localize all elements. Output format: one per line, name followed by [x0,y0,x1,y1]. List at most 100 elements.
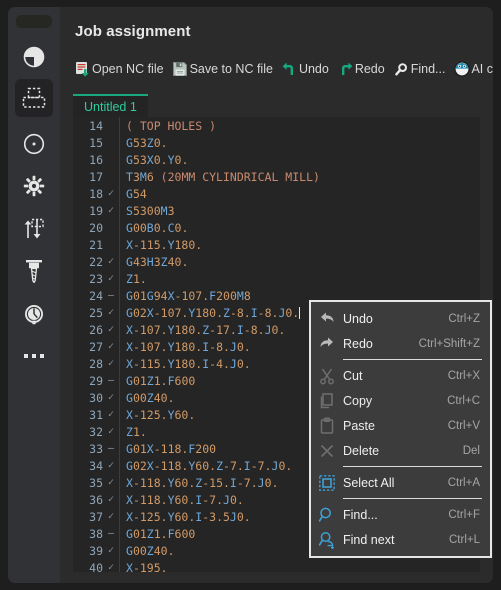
find-label: Find... [410,62,446,76]
tab-label: Untitled 1 [84,99,137,114]
gutter-divider [119,185,120,202]
line-number: 39 [89,543,103,558]
gutter-divider [119,406,120,423]
line-number: 19 [89,203,103,218]
sidebar-logo-pill [16,15,52,28]
sidebar-item-setup[interactable] [15,38,53,76]
line-number: 24 [89,288,103,303]
menu-item-find[interactable]: Find... Ctrl+F [311,502,490,527]
menu-item-redo[interactable]: Redo Ctrl+Shift+Z [311,331,490,356]
code-text: G54 [126,186,147,201]
compass-icon [23,133,45,155]
menu-item-shortcut: Ctrl+Shift+Z [418,337,480,350]
line-number: 35 [89,475,103,490]
gutter-divider [119,253,120,270]
line-number: 22 [89,254,103,269]
code-text: X-115.Y180.I-4.J0. [126,356,251,371]
undo-button[interactable]: Undo [280,58,336,80]
menu-separator [343,498,482,499]
line-check-icon: ✓ [107,256,115,267]
menu-item-delete[interactable]: Delete Del [311,438,490,463]
line-number: 31 [89,407,103,422]
code-text: X-107.Y180.I-8.J0. [126,339,251,354]
code-line[interactable]: 23 ✓ Z1. [73,270,480,287]
gutter-divider [119,236,120,253]
editor-toolbar: Open NC file Save to NC file Undo Redo F… [73,58,493,80]
gutter-divider [119,423,120,440]
ai-chat-label: AI chat [471,62,493,76]
find-button[interactable]: Find... [392,58,453,80]
gutter-divider [119,559,120,572]
line-number: 21 [89,237,103,252]
stock-selection-icon [22,87,46,109]
code-line[interactable]: 22 ✓ G43H3Z40. [73,253,480,270]
gutter-divider [119,304,120,321]
code-line[interactable]: 19 ✓ S5300M3 [73,202,480,219]
tab-untitled-1[interactable]: Untitled 1 [73,94,148,117]
clipboard-icon [311,413,343,438]
sidebar-item-settings[interactable] [15,167,53,205]
gutter-divider [119,117,120,134]
line-number: 27 [89,339,103,354]
line-number: 40 [89,560,103,573]
save-nc-file-button[interactable]: Save to NC file [171,58,280,80]
menu-item-select-all[interactable]: Select All Ctrl+A [311,470,490,495]
code-line[interactable]: 20 G00B0.C0. [73,219,480,236]
context-menu[interactable]: Undo Ctrl+Z Redo Ctrl+Shift+Z Cut Ctrl+X Copy C… [309,300,492,558]
code-line[interactable]: 14 ( TOP HOLES ) [73,117,480,134]
app-window: Job assignment Open NC file Save to NC f… [0,0,501,590]
line-check-icon: ✓ [107,494,115,505]
sidebar-rail [8,7,60,583]
sidebar-item-orientation[interactable] [15,125,53,163]
line-check-icon: ✓ [107,460,115,471]
open-nc-file-button[interactable]: Open NC file [73,58,171,80]
select-all-icon [311,470,343,495]
line-number: 38 [89,526,103,541]
menu-separator [343,359,482,360]
line-number: 20 [89,220,103,235]
line-check-icon: ✓ [107,392,115,403]
magnifier-icon [393,61,410,78]
gear-icon [23,175,45,197]
line-number: 14 [89,118,103,133]
code-text: X-125.Y60.I-3.5J0. [126,509,251,524]
code-line[interactable]: 21 X-115.Y180. [73,236,480,253]
menu-item-shortcut: Ctrl+V [447,419,480,432]
sidebar-item-probing[interactable] [15,295,53,333]
menu-item-find-next[interactable]: Find next Ctrl+L [311,527,490,552]
code-line[interactable]: 40 ✓ X-195. [73,559,480,572]
line-check-icon: ✓ [107,545,115,556]
line-number: 26 [89,322,103,337]
menu-item-shortcut: Ctrl+F [448,508,480,521]
code-text: G01G94X-107.F200M8 [126,288,251,303]
open-file-icon [74,61,91,78]
code-line[interactable]: 16 G53X0.Y0. [73,151,480,168]
sidebar-item-tooling[interactable] [15,252,53,290]
line-number: 34 [89,458,103,473]
line-check-icon: ✓ [107,307,115,318]
line-dash-icon: — [107,290,115,301]
code-line[interactable]: 17 T3M6 (20MM CYLINDRICAL MILL) [73,168,480,185]
sidebar-item-transfer[interactable] [15,210,53,248]
menu-item-shortcut: Ctrl+X [447,369,480,382]
gutter-divider [119,508,120,525]
gutter-divider [119,134,120,151]
line-check-icon: ✓ [107,562,115,572]
undo-label: Undo [298,62,329,76]
gutter-divider [119,270,120,287]
code-line[interactable]: 15 G53Z0. [73,134,480,151]
gutter-divider [119,219,120,236]
code-text: X-118.Y60.Z-15.I-7.J0. [126,475,279,490]
redo-button[interactable]: Redo [336,58,392,80]
sidebar-item-more[interactable] [15,337,53,375]
code-text: G01X-118.F200 [126,441,217,456]
sidebar-item-job-assignment[interactable] [15,79,53,117]
menu-item-paste[interactable]: Paste Ctrl+V [311,413,490,438]
menu-item-undo[interactable]: Undo Ctrl+Z [311,306,490,331]
ai-chat-button[interactable]: AI chat [452,58,493,80]
line-check-icon: ✓ [107,358,115,369]
menu-item-copy[interactable]: Copy Ctrl+C [311,388,490,413]
menu-item-cut[interactable]: Cut Ctrl+X [311,363,490,388]
code-line[interactable]: 18 ✓ G54 [73,185,480,202]
menu-item-label: Copy [343,393,373,408]
